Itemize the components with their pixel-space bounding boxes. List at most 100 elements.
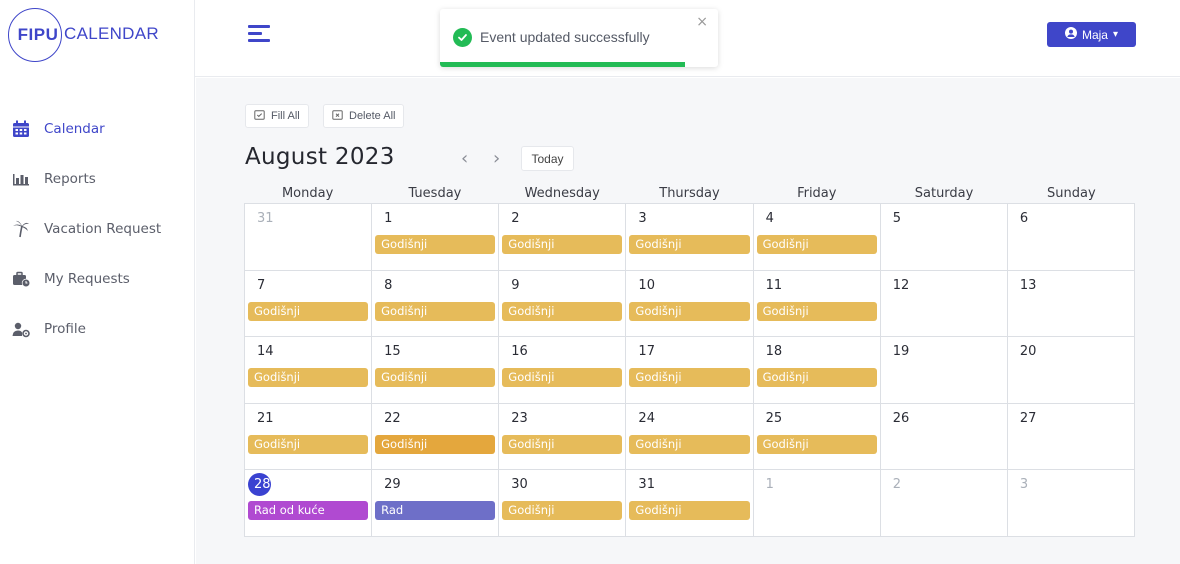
- day-cell[interactable]: 25 Godišnji: [753, 403, 881, 471]
- calendar-event[interactable]: Godišnji: [502, 368, 623, 388]
- calendar-event[interactable]: Godišnji: [629, 434, 750, 454]
- day-number: 30: [511, 477, 528, 493]
- day-cell[interactable]: 12: [880, 270, 1008, 338]
- day-number: 17: [638, 344, 655, 360]
- day-cell[interactable]: 17 Godišnji: [626, 337, 754, 404]
- day-cell[interactable]: 20: [1007, 337, 1135, 404]
- day-cell[interactable]: 13: [1007, 270, 1135, 338]
- calendar-event[interactable]: Rad od kuće: [248, 501, 369, 521]
- calendar-event[interactable]: Godišnji: [629, 501, 750, 521]
- calendar-event[interactable]: Godišnji: [375, 434, 496, 454]
- next-month-icon[interactable]: ›: [493, 148, 500, 169]
- calendar-event[interactable]: Godišnji: [502, 301, 623, 321]
- main-content: Fill All Delete All August 2023 ‹ › Toda…: [196, 78, 1180, 564]
- day-cell[interactable]: 7 Godišnji: [245, 270, 373, 338]
- calendar-event[interactable]: Godišnji: [502, 501, 623, 521]
- day-number: 6: [1019, 211, 1029, 226]
- user-menu-button[interactable]: Maja ▾: [1047, 22, 1136, 47]
- day-cell[interactable]: 24 Godišnji: [626, 403, 754, 471]
- calendar-event[interactable]: Godišnji: [629, 235, 750, 254]
- calendar-grid: 31 1 Godišnji 2 Godišnji 3 Godišnji 4 Godišnji 5 6…: [244, 203, 1135, 537]
- sidebar-item-reports[interactable]: Reports: [0, 154, 195, 204]
- day-cell[interactable]: 9 Godišnji: [499, 270, 627, 338]
- user-gear-icon: [10, 318, 32, 340]
- day-cell[interactable]: 19: [880, 337, 1008, 404]
- day-cell[interactable]: 10 Godišnji: [626, 270, 754, 338]
- day-cell[interactable]: 26: [880, 403, 1008, 471]
- calendar-event[interactable]: Godišnji: [756, 368, 877, 388]
- prev-month-icon[interactable]: ‹: [461, 148, 468, 169]
- day-cell[interactable]: 1 Godišnji: [372, 204, 500, 271]
- sidebar-item-profile[interactable]: Profile: [0, 304, 195, 354]
- day-cell[interactable]: 22 Godišnji: [372, 403, 500, 471]
- day-cell[interactable]: 6: [1007, 204, 1135, 271]
- day-cell[interactable]: 28 Rad od kuće: [245, 470, 373, 537]
- calendar-event[interactable]: Godišnji: [248, 368, 369, 388]
- day-cell[interactable]: 16 Godišnji: [499, 337, 627, 404]
- day-number: 24: [638, 410, 655, 426]
- sidebar-item-vacation-request[interactable]: Vacation Request: [0, 204, 195, 254]
- day-cell[interactable]: 2 Godišnji: [499, 204, 627, 271]
- day-cell[interactable]: 23 Godišnji: [499, 403, 627, 471]
- day-number: 15: [384, 344, 401, 360]
- weekday-label: Saturday: [914, 186, 974, 201]
- day-cell[interactable]: 5: [880, 204, 1008, 271]
- calendar-event[interactable]: Godišnji: [502, 434, 623, 454]
- close-icon[interactable]: ×: [696, 14, 708, 30]
- day-number: 9: [511, 277, 520, 293]
- day-cell[interactable]: 3 Godišnji: [626, 204, 754, 271]
- day-number: 26: [892, 410, 910, 426]
- day-cell[interactable]: 27: [1007, 403, 1135, 471]
- day-cell[interactable]: 29 Rad: [372, 470, 500, 537]
- calendar-event[interactable]: Godišnji: [629, 301, 750, 321]
- weekday-label: Friday: [797, 186, 837, 201]
- day-cell[interactable]: 31 Godišnji: [626, 470, 754, 537]
- calendar-event[interactable]: Godišnji: [756, 434, 877, 454]
- delete-all-button[interactable]: Delete All: [323, 104, 405, 128]
- weekday-label: Thursday: [659, 186, 720, 201]
- day-number: 11: [765, 277, 783, 293]
- day-number: 25: [765, 410, 783, 426]
- sidebar-item-calendar[interactable]: Calendar: [0, 104, 195, 154]
- sidebar-item-my-requests[interactable]: My Requests: [0, 254, 195, 304]
- day-cell[interactable]: 1: [753, 470, 881, 537]
- day-number: 14: [257, 344, 274, 360]
- sidebar-item-label: Calendar: [44, 121, 105, 137]
- bar-chart-icon: [10, 168, 32, 190]
- day-cell[interactable]: 2: [880, 470, 1008, 537]
- day-number: 20: [1019, 344, 1037, 360]
- day-cell[interactable]: 4 Godišnji: [753, 204, 881, 271]
- today-button[interactable]: Today: [521, 146, 574, 171]
- day-cell[interactable]: 31: [245, 204, 373, 271]
- calendar-event[interactable]: Rad: [375, 501, 496, 521]
- day-number: 16: [511, 344, 528, 360]
- day-cell[interactable]: 30 Godišnji: [499, 470, 627, 537]
- calendar-event[interactable]: Godišnji: [375, 235, 496, 254]
- calendar-event[interactable]: Godišnji: [248, 434, 369, 454]
- day-cell[interactable]: 3: [1007, 470, 1135, 537]
- calendar-event[interactable]: Godišnji: [756, 235, 877, 254]
- day-number: 29: [384, 477, 401, 493]
- day-cell[interactable]: 14 Godišnji: [245, 337, 373, 404]
- day-cell[interactable]: 18 Godišnji: [753, 337, 881, 404]
- delete-all-label: Delete All: [349, 110, 396, 122]
- calendar-event[interactable]: Godišnji: [756, 301, 877, 321]
- check-circle-icon: [453, 28, 472, 47]
- day-cell[interactable]: 8 Godišnji: [372, 270, 500, 338]
- menu-toggle-icon[interactable]: [248, 25, 270, 45]
- day-cell[interactable]: 11 Godišnji: [753, 270, 881, 338]
- day-cell[interactable]: 21 Godišnji: [245, 403, 373, 471]
- logo-mark: FIPU: [17, 25, 59, 44]
- sidebar-nav: Calendar Reports Vacation Request My Req…: [0, 104, 195, 354]
- calendar-event[interactable]: Godišnji: [248, 301, 369, 321]
- calendar-title: August 2023: [245, 144, 395, 170]
- day-number: 12: [892, 277, 910, 293]
- sidebar-item-label: My Requests: [44, 271, 130, 287]
- calendar-event[interactable]: Godišnji: [629, 368, 750, 388]
- calendar-event[interactable]: Godišnji: [375, 368, 496, 388]
- day-cell[interactable]: 15 Godišnji: [372, 337, 500, 404]
- calendar-event[interactable]: Godišnji: [375, 301, 496, 321]
- day-number: 27: [1019, 410, 1037, 426]
- calendar-event[interactable]: Godišnji: [502, 235, 623, 254]
- fill-all-button[interactable]: Fill All: [245, 104, 309, 128]
